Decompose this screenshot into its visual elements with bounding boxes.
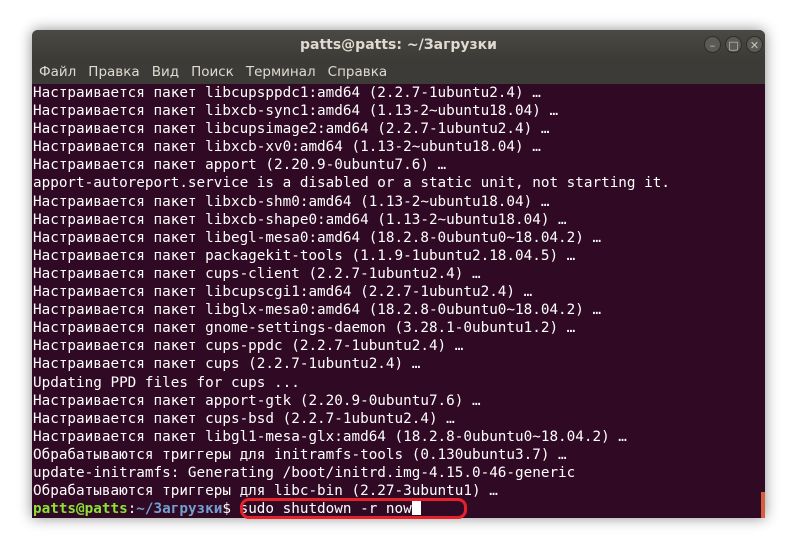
terminal-line: Настраивается пакет apport-gtk (2.20.9-0… xyxy=(33,392,481,409)
terminal-line: Настраивается пакет libcupscgi1:amd64 (2… xyxy=(33,284,533,301)
prompt-symbol: $ xyxy=(222,501,240,518)
terminal-line: Настраивается пакет cups-bsd (2.2.7-1ubu… xyxy=(33,410,455,427)
maximize-button[interactable]: □ xyxy=(725,36,742,53)
terminal-line: Настраивается пакет libgl1-mesa-glx:amd6… xyxy=(33,428,627,445)
menu-bar: Файл Правка Вид Поиск Терминал Справка xyxy=(32,60,765,84)
scrollbar-thumb[interactable] xyxy=(761,492,765,518)
terminal-line: Настраивается пакет cups-client (2.2.7-1… xyxy=(33,265,481,282)
prompt-path: ~/Загрузки xyxy=(136,501,223,518)
menu-help[interactable]: Справка xyxy=(322,60,393,84)
terminal-line: Updating PPD files for cups ... xyxy=(33,374,300,391)
terminal-line: Настраивается пакет libegl-mesa0:amd64 (… xyxy=(33,229,602,246)
menu-file[interactable]: Файл xyxy=(32,60,82,84)
terminal-line: Обрабатываются триггеры для initramfs-to… xyxy=(33,446,567,463)
terminal-line: Настраивается пакет libcupsppdc1:amd64 (… xyxy=(33,85,541,101)
menu-search[interactable]: Поиск xyxy=(185,60,240,84)
window-title: patts@patts: ~/Загрузки xyxy=(300,37,497,53)
close-button[interactable]: ✕ xyxy=(746,36,763,53)
terminal-line: Настраивается пакет packagekit-tools (1.… xyxy=(33,247,576,264)
terminal-line: Настраивается пакет gnome-settings-daemo… xyxy=(33,320,576,337)
terminal-line: Настраивается пакет libxcb-shm0:amd64 (1… xyxy=(33,193,550,210)
terminal-line: Настраивается пакет apport (2.20.9-0ubun… xyxy=(33,157,447,174)
menu-terminal[interactable]: Терминал xyxy=(240,60,322,84)
terminal-output[interactable]: Настраивается пакет libcupsppdc1:amd64 (… xyxy=(32,84,765,518)
terminal-line: Настраивается пакет libxcb-xv0:amd64 (1.… xyxy=(33,139,541,156)
prompt-user: patts@patts xyxy=(33,501,128,518)
menu-edit[interactable]: Правка xyxy=(82,60,145,84)
terminal-line: Настраивается пакет libxcb-shape0:amd64 … xyxy=(33,211,567,228)
menu-view[interactable]: Вид xyxy=(146,60,185,84)
terminal-line: update-initramfs: Generating /boot/initr… xyxy=(33,464,576,481)
terminal-line: Настраивается пакет libxcb-sync1:amd64 (… xyxy=(33,103,559,120)
terminal-line: Настраивается пакет libglx-mesa0:amd64 (… xyxy=(33,302,602,319)
title-bar[interactable]: patts@patts: ~/Загрузки – □ ✕ xyxy=(32,30,765,60)
prompt-separator: : xyxy=(127,501,137,518)
minimize-button[interactable]: – xyxy=(704,36,721,53)
terminal-line: Настраивается пакет libcupsimage2:amd64 … xyxy=(33,121,550,138)
terminal-window: patts@patts: ~/Загрузки – □ ✕ Файл Правка… xyxy=(32,30,765,518)
terminal-line: apport-autoreport.service is a disabled … xyxy=(33,175,670,192)
command-highlight-annotation xyxy=(240,498,467,519)
terminal-line: Настраивается пакет cups-ppdc (2.2.7-1ub… xyxy=(33,338,464,355)
terminal-line: Настраивается пакет cups (2.2.7-1ubuntu2… xyxy=(33,356,421,373)
